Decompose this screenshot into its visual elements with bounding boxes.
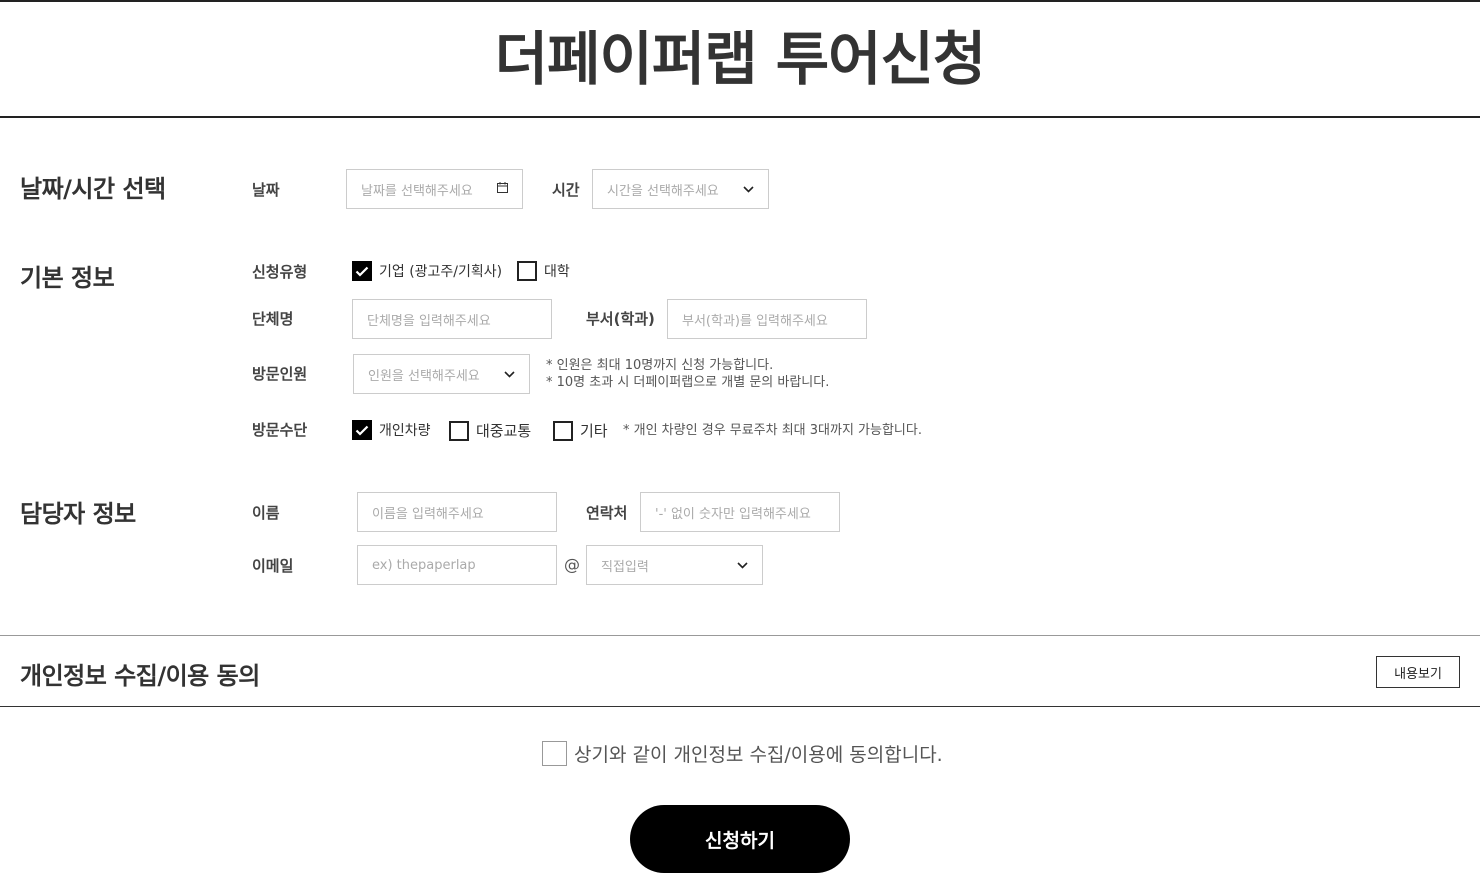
time-placeholder: 시간을 선택해주세요: [607, 183, 719, 199]
divider: [0, 706, 1480, 707]
transport-label: 방문수단: [252, 421, 308, 439]
chevron-down-icon: [504, 367, 515, 382]
email-domain-select[interactable]: 직접입력: [586, 545, 763, 585]
submit-button[interactable]: 신청하기: [630, 805, 850, 873]
transport-option-public[interactable]: 대중교통: [449, 420, 531, 441]
email-id-input[interactable]: ex) thepaperlap: [357, 545, 557, 585]
transport-option-public-label: 대중교통: [476, 422, 532, 440]
name-label: 이름: [252, 504, 280, 522]
org-placeholder: 단체명을 입력해주세요: [367, 313, 491, 329]
calendar-icon[interactable]: [497, 181, 508, 197]
checkbox[interactable]: [542, 741, 567, 766]
email-label: 이메일: [252, 557, 294, 575]
date-placeholder: 날짜를 선택해주세요: [361, 183, 473, 199]
section-title-basic: 기본 정보: [20, 264, 115, 292]
org-label: 단체명: [252, 310, 294, 328]
name-input[interactable]: 이름을 입력해주세요: [357, 492, 557, 532]
section-title-datetime: 날짜/시간 선택: [20, 175, 166, 203]
type-option-university-label: 대학: [544, 264, 570, 280]
transport-option-other-label: 기타: [580, 422, 608, 440]
page-title: 더페이퍼랩 투어신청: [494, 25, 986, 93]
agree-checkbox[interactable]: 상기와 같이 개인정보 수집/이용에 동의합니다.: [542, 740, 943, 767]
visitors-placeholder: 인원을 선택해주세요: [368, 368, 480, 384]
transport-option-car[interactable]: 개인차량: [352, 420, 431, 440]
chevron-down-icon: [737, 558, 748, 573]
dept-input[interactable]: 부서(학과)를 입력해주세요: [667, 299, 867, 339]
top-rule: [0, 0, 1480, 2]
type-option-university[interactable]: 대학: [517, 261, 570, 281]
section-title-consent: 개인정보 수집/이용 동의: [20, 662, 260, 690]
checkbox[interactable]: [449, 420, 469, 441]
type-option-company[interactable]: 기업 (광고주/기획사): [352, 261, 502, 281]
divider: [0, 635, 1480, 636]
checkbox-checked[interactable]: [352, 420, 372, 440]
date-label: 날짜: [252, 181, 280, 199]
org-name-input[interactable]: 단체명을 입력해주세요: [352, 299, 552, 339]
chevron-down-icon: [743, 182, 754, 197]
visitors-note-line: * 인원은 최대 10명까지 신청 가능합니다.: [546, 358, 774, 373]
title-rule: [0, 116, 1480, 118]
dept-label: 부서(학과): [586, 310, 655, 328]
visitors-label: 방문인원: [252, 365, 308, 383]
visitors-note: * 인원은 최대 10명까지 신청 가능합니다. * 10명 초과 시 더페이퍼…: [546, 357, 829, 391]
transport-note: * 개인 차량인 경우 무료주차 최대 3대까지 가능합니다.: [623, 423, 922, 438]
agree-label: 상기와 같이 개인정보 수집/이용에 동의합니다.: [574, 744, 943, 766]
domain-placeholder: 직접입력: [601, 559, 649, 575]
time-select[interactable]: 시간을 선택해주세요: [592, 169, 769, 209]
checkbox[interactable]: [553, 420, 573, 441]
section-title-manager: 담당자 정보: [20, 500, 136, 528]
name-placeholder: 이름을 입력해주세요: [372, 506, 484, 522]
transport-option-other[interactable]: 기타: [553, 420, 608, 441]
phone-label: 연락처: [586, 504, 628, 522]
type-option-company-label: 기업 (광고주/기획사): [379, 264, 503, 280]
checkbox-checked[interactable]: [352, 261, 372, 281]
view-terms-button[interactable]: 내용보기: [1376, 656, 1460, 688]
time-label: 시간: [552, 181, 580, 199]
type-label: 신청유형: [252, 263, 308, 281]
email-placeholder: ex) thepaperlap: [372, 557, 476, 573]
visitors-select[interactable]: 인원을 선택해주세요: [353, 354, 530, 394]
dept-placeholder: 부서(학과)를 입력해주세요: [682, 313, 828, 329]
checkbox[interactable]: [517, 261, 537, 281]
transport-option-car-label: 개인차량: [379, 423, 431, 439]
at-symbol: @: [564, 555, 580, 574]
phone-placeholder: '-' 없이 숫자만 입력해주세요: [655, 506, 811, 522]
phone-input[interactable]: '-' 없이 숫자만 입력해주세요: [640, 492, 840, 532]
date-picker-input[interactable]: 날짜를 선택해주세요: [346, 169, 523, 209]
visitors-note-line: * 10명 초과 시 더페이퍼랩으로 개별 문의 바랍니다.: [546, 375, 830, 390]
